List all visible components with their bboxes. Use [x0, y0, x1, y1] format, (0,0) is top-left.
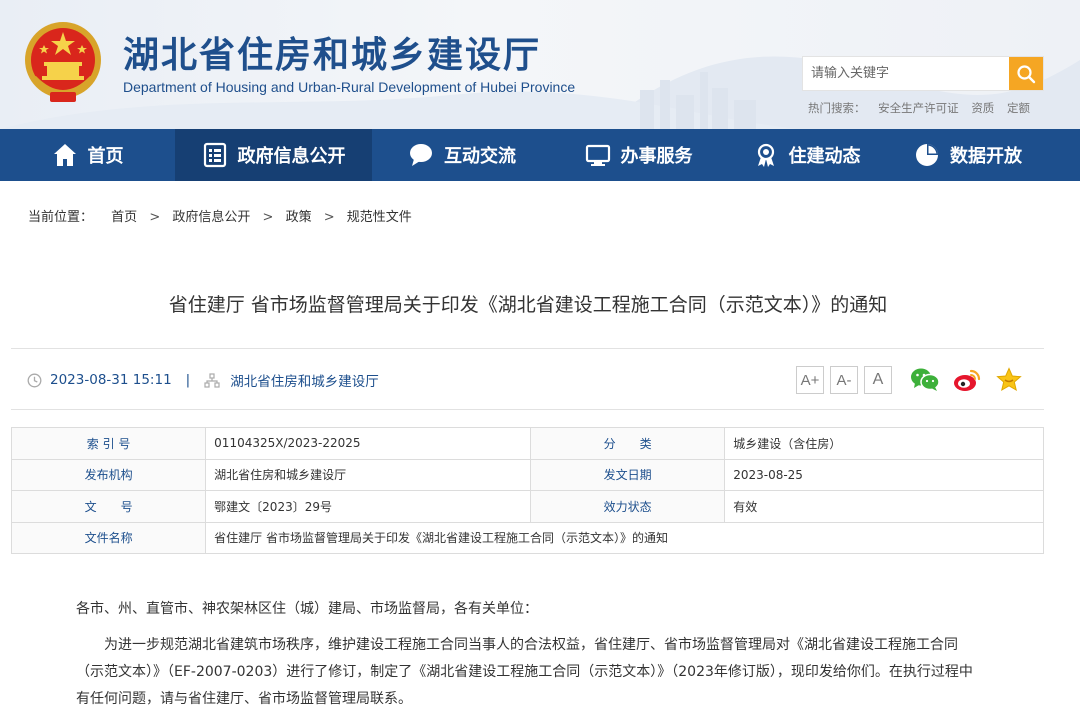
article-source: 湖北省住房和城乡建设厅 — [230, 374, 379, 390]
breadcrumb-link[interactable]: 规范性文件 — [347, 210, 412, 225]
meta-divider: | — [185, 372, 191, 388]
search-input[interactable] — [803, 57, 1009, 90]
search-box — [802, 56, 1044, 91]
font-decrease-label: A- — [836, 371, 852, 389]
info-value: 城乡建设（含住房） — [724, 427, 1044, 460]
nav-item-label: 住建动态 — [788, 146, 861, 167]
hot-search-word[interactable]: 资质 — [971, 101, 994, 115]
nav-item-label: 办事服务 — [620, 146, 693, 167]
nav-item-label: 政府信息公开 — [237, 146, 346, 167]
paragraph: 为进一步规范湖北省建筑市场秩序，维护建设工程施工合同当事人的合法权益，省住建厅、… — [76, 637, 973, 707]
font-increase-button[interactable]: A+ — [796, 366, 824, 394]
nav-item-label: 首页 — [87, 146, 124, 167]
search-button[interactable] — [1009, 57, 1043, 90]
site-title: 湖北省住房和城乡建设厅 — [123, 34, 542, 76]
nav-item-open-data[interactable]: 数据开放 — [888, 129, 1048, 181]
award-icon — [753, 142, 779, 168]
monitor-icon — [585, 142, 611, 168]
breadcrumb-separator: > — [149, 210, 161, 225]
info-label: 发文日期 — [530, 458, 726, 491]
pie-chart-icon — [914, 142, 940, 168]
breadcrumb-separator: > — [262, 210, 274, 225]
table-row: 文 号 鄂建文〔2023〕29号 效力状态 有效 — [10, 490, 1044, 523]
info-value: 鄂建文〔2023〕29号 — [205, 490, 532, 523]
info-value: 2023-08-25 — [724, 458, 1044, 491]
weibo-icon — [954, 369, 981, 391]
font-decrease-button[interactable]: A- — [830, 366, 858, 394]
share-weibo-button[interactable] — [952, 365, 982, 395]
home-icon — [52, 142, 78, 168]
organization-icon — [204, 372, 220, 388]
nav-item-gov-info[interactable]: 政府信息公开 — [175, 129, 372, 181]
breadcrumb: 当前位置： 首页 > 政府信息公开 > 政策 > 规范性文件 — [28, 206, 412, 225]
hot-search: 热门搜索： 安全生产许可证 资质 定额 — [808, 100, 1039, 116]
salutation: 各市、州、直管市、神农架林区住（城）建局、市场监督局，各有关单位： — [76, 601, 538, 617]
info-label: 分 类 — [530, 427, 726, 460]
table-row: 发布机构 湖北省住房和城乡建设厅 发文日期 2023-08-25 — [10, 458, 1044, 491]
favorite-button[interactable] — [994, 365, 1024, 395]
nav-item-news[interactable]: 住建动态 — [725, 129, 888, 181]
search-icon — [1017, 64, 1036, 83]
document-list-icon — [202, 142, 228, 168]
font-default-button[interactable]: A — [864, 366, 892, 394]
table-row: 索 引 号 01104325X/2023-22025 分 类 城乡建设（含住房） — [10, 427, 1044, 460]
breadcrumb-separator: > — [323, 210, 335, 225]
info-label: 效力状态 — [530, 490, 726, 523]
info-label: 索 引 号 — [10, 427, 207, 460]
breadcrumb-link[interactable]: 政策 — [286, 210, 312, 225]
article-body: 各市、州、直管市、神农架林区住（城）建局、市场监督局，各有关单位： 为进一步规范… — [76, 596, 984, 721]
hot-search-word[interactable]: 安全生产许可证 — [878, 101, 959, 115]
article-meta: 2023-08-31 15:11 | 湖北省住房和城乡建设厅 A+ A- A — [11, 348, 1044, 410]
nav-item-label: 互动交流 — [444, 146, 516, 167]
hot-search-word[interactable]: 定额 — [1007, 101, 1030, 115]
info-value: 01104325X/2023-22025 — [205, 427, 532, 460]
article-tools: A+ A- A — [796, 365, 1024, 395]
breadcrumb-link[interactable]: 政府信息公开 — [172, 210, 250, 225]
article-title: 省住建厅 省市场监督管理局关于印发《湖北省建设工程施工合同（示范文本）》的通知 — [168, 294, 888, 316]
nav-item-label: 数据开放 — [950, 146, 1022, 167]
info-value: 湖北省住房和城乡建设厅 — [205, 458, 532, 491]
info-value: 有效 — [724, 490, 1044, 523]
publish-datetime: 2023-08-31 15:11 — [50, 372, 172, 388]
nav-item-home[interactable]: 首页 — [0, 129, 175, 181]
font-increase-label: A+ — [800, 371, 820, 389]
document-info-table: 索 引 号 01104325X/2023-22025 分 类 城乡建设（含住房）… — [10, 427, 1044, 554]
article-meta-left: 2023-08-31 15:11 | 湖北省住房和城乡建设厅 — [27, 370, 379, 390]
info-label: 发布机构 — [10, 458, 207, 491]
share-wechat-button[interactable] — [910, 365, 940, 395]
chat-bubble-icon — [408, 142, 434, 168]
info-label: 文件名称 — [10, 521, 207, 554]
breadcrumb-link[interactable]: 首页 — [111, 210, 137, 225]
star-icon — [996, 367, 1022, 392]
hot-search-label: 热门搜索： — [808, 101, 866, 115]
site-header: 湖北省住房和城乡建设厅 Department of Housing and Ur… — [0, 0, 1080, 129]
clock-icon — [27, 373, 42, 387]
nav-item-interaction[interactable]: 互动交流 — [372, 129, 552, 181]
table-row: 文件名称 省住建厅 省市场监督管理局关于印发《湖北省建设工程施工合同（示范文本）… — [10, 521, 1044, 554]
nav-item-services[interactable]: 办事服务 — [552, 129, 725, 181]
wechat-icon — [911, 368, 940, 391]
info-value: 省住建厅 省市场监督管理局关于印发《湖北省建设工程施工合同（示范文本）》的通知 — [205, 521, 1044, 554]
breadcrumb-label: 当前位置： — [28, 210, 94, 225]
site-subtitle: Department of Housing and Urban-Rural De… — [123, 79, 576, 95]
national-emblem-icon — [25, 22, 101, 102]
main-nav: 首页 政府信息公开 互动交流 办事服务 住建动态 数据开放 — [0, 129, 1080, 181]
info-label: 文 号 — [10, 490, 207, 523]
font-default-label: A — [872, 371, 884, 388]
